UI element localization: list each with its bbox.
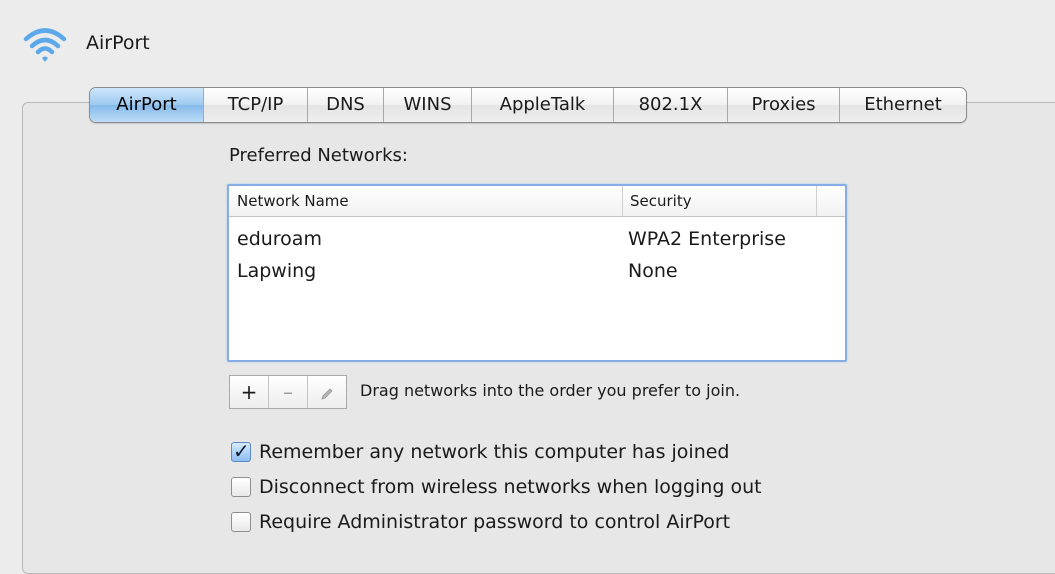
tab-proxies[interactable]: Proxies	[727, 88, 839, 122]
pencil-icon	[321, 387, 333, 400]
disconnect-on-logout-checkbox[interactable]	[231, 477, 251, 497]
tab-airport[interactable]: AirPort	[90, 88, 203, 122]
column-header-security[interactable]: Security	[622, 186, 817, 216]
require-admin-option[interactable]: Require Administrator password to contro…	[231, 511, 730, 533]
disconnect-on-logout-label: Disconnect from wireless networks when l…	[259, 476, 762, 498]
remove-network-button[interactable]: –	[268, 376, 307, 408]
wifi-icon	[23, 28, 67, 62]
preferred-networks-table[interactable]: Network Name Security eduroam WPA2 Enter…	[227, 184, 847, 362]
checkmark-icon: ✓	[233, 439, 250, 463]
tab-tcpip[interactable]: TCP/IP	[203, 88, 307, 122]
tab-appletalk[interactable]: AppleTalk	[471, 88, 613, 122]
network-name-cell: eduroam	[237, 228, 322, 250]
remember-networks-option[interactable]: ✓ Remember any network this computer has…	[231, 439, 730, 463]
add-network-button[interactable]: +	[230, 376, 268, 408]
require-admin-label: Require Administrator password to contro…	[259, 511, 731, 533]
remember-networks-checkbox[interactable]: ✓	[231, 439, 251, 463]
require-admin-checkbox[interactable]	[231, 512, 251, 532]
disconnect-on-logout-option[interactable]: Disconnect from wireless networks when l…	[231, 476, 762, 498]
tab-dns[interactable]: DNS	[307, 88, 383, 122]
table-header: Network Name Security	[229, 186, 845, 217]
remember-networks-label: Remember any network this computer has j…	[259, 441, 730, 463]
network-list-controls: + –	[229, 375, 347, 409]
table-row[interactable]: Lapwing None	[229, 255, 845, 287]
network-name-cell: Lapwing	[237, 260, 317, 282]
edit-network-button[interactable]	[307, 376, 346, 408]
tab-wins[interactable]: WINS	[383, 88, 471, 122]
table-row[interactable]: eduroam WPA2 Enterprise	[229, 223, 845, 255]
security-cell: None	[628, 260, 678, 282]
tab-8021x[interactable]: 802.1X	[613, 88, 727, 122]
drag-hint-text: Drag networks into the order you prefer …	[360, 381, 741, 400]
window-header: AirPort	[22, 24, 150, 64]
column-header-spacer	[817, 186, 853, 216]
column-header-network-name[interactable]: Network Name	[229, 186, 623, 216]
preferred-networks-label: Preferred Networks:	[229, 145, 408, 166]
tab-bar: AirPort TCP/IP DNS WINS AppleTalk 802.1X…	[89, 87, 967, 123]
security-cell: WPA2 Enterprise	[628, 228, 786, 250]
tab-ethernet[interactable]: Ethernet	[839, 88, 966, 122]
window-title: AirPort	[86, 32, 150, 54]
